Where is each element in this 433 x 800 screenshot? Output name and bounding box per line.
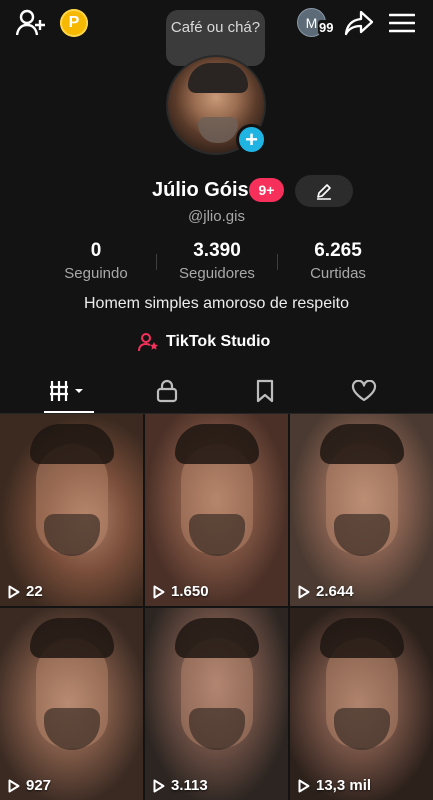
- stat-value: 0: [90, 240, 102, 261]
- view-count: 1.650: [153, 583, 209, 600]
- video-thumbnail[interactable]: 1.650: [145, 414, 288, 606]
- heart-icon: [351, 380, 377, 402]
- play-icon: [8, 585, 20, 598]
- stat-label: Seguindo: [64, 265, 128, 282]
- stat-value: 6.265: [314, 240, 362, 261]
- active-tab-indicator: [44, 411, 94, 413]
- view-count-text: 3.113: [171, 777, 208, 794]
- add-story-plus-icon[interactable]: +: [236, 124, 267, 155]
- view-count: 3.113: [153, 777, 208, 794]
- coin-icon[interactable]: P: [60, 9, 88, 37]
- play-icon: [298, 779, 310, 792]
- view-count-text: 1.650: [171, 583, 209, 600]
- tab-videos[interactable]: [44, 376, 94, 406]
- video-thumbnail[interactable]: 927: [0, 608, 143, 800]
- view-count-text: 13,3 mil: [316, 777, 372, 794]
- edit-profile-button[interactable]: [295, 175, 353, 207]
- studio-label: TikTok Studio: [166, 333, 271, 350]
- tab-private[interactable]: [142, 376, 192, 406]
- avatar-hair: [188, 63, 248, 93]
- stat-following[interactable]: 0 Seguindo: [36, 240, 156, 282]
- view-count: 927: [8, 777, 51, 794]
- coin-label: P: [68, 14, 80, 31]
- profile-bio: Homem simples amoroso de respeito: [84, 295, 349, 312]
- thumbnail-hair: [175, 618, 259, 658]
- video-thumbnail[interactable]: 3.113: [145, 608, 288, 800]
- play-icon: [298, 585, 310, 598]
- play-icon: [8, 779, 20, 792]
- video-thumbnail[interactable]: 2.644: [290, 414, 433, 606]
- thumbnail-hair: [30, 618, 114, 658]
- name-row: Júlio Góis: [0, 176, 433, 206]
- stat-likes[interactable]: 6.265 Curtidas: [278, 240, 398, 282]
- video-grid: 22 1.650 2.644 927 3.113 13,3 mil: [0, 414, 433, 800]
- view-count-text: 2.644: [316, 583, 354, 600]
- view-count-text: 22: [26, 583, 43, 600]
- tab-liked[interactable]: [339, 376, 389, 406]
- menu-icon[interactable]: [386, 8, 418, 38]
- thumbnail-hair: [320, 424, 404, 464]
- view-count-text: 927: [26, 777, 52, 794]
- tab-saved[interactable]: [240, 376, 290, 406]
- view-count: 22: [8, 583, 43, 600]
- stat-label: Curtidas: [310, 265, 366, 282]
- profile-name: Júlio Góis: [152, 179, 249, 201]
- profile-tabs: [0, 370, 433, 414]
- view-count: 2.644: [298, 583, 354, 600]
- tiktok-studio-link[interactable]: TikTok Studio: [138, 331, 270, 353]
- thumbnail-hair: [30, 424, 114, 464]
- video-thumbnail[interactable]: 22: [0, 414, 143, 606]
- share-icon[interactable]: [343, 8, 375, 38]
- avatar-letter: M: [305, 14, 318, 31]
- view-count: 13,3 mil: [298, 777, 371, 794]
- pencil-icon: [317, 184, 331, 200]
- note-text: Café ou chá?: [170, 19, 261, 36]
- avatar-beard: [198, 117, 238, 143]
- studio-person-icon: [138, 333, 158, 352]
- account-notification-count: 99: [318, 20, 335, 35]
- profile-stats: 0 Seguindo 3.390 Seguidores 6.265 Curtid…: [0, 240, 433, 284]
- thumbnail-hair: [175, 424, 259, 464]
- video-thumbnail[interactable]: 13,3 mil: [290, 608, 433, 800]
- stat-value: 3.390: [193, 240, 241, 261]
- lock-icon: [156, 379, 178, 403]
- bookmark-icon: [256, 379, 274, 403]
- play-icon: [153, 779, 165, 792]
- stat-followers[interactable]: 3.390 Seguidores: [157, 240, 277, 282]
- play-icon: [153, 585, 165, 598]
- stat-divider: [156, 254, 157, 270]
- profile-handle: @jlio.gis: [188, 208, 245, 225]
- stat-divider: [277, 254, 278, 270]
- videos-grid-icon: [50, 381, 83, 401]
- thumbnail-hair: [320, 618, 404, 658]
- stat-label: Seguidores: [179, 265, 255, 282]
- notification-badge[interactable]: 9+: [249, 178, 284, 202]
- add-friend-icon[interactable]: [12, 6, 50, 40]
